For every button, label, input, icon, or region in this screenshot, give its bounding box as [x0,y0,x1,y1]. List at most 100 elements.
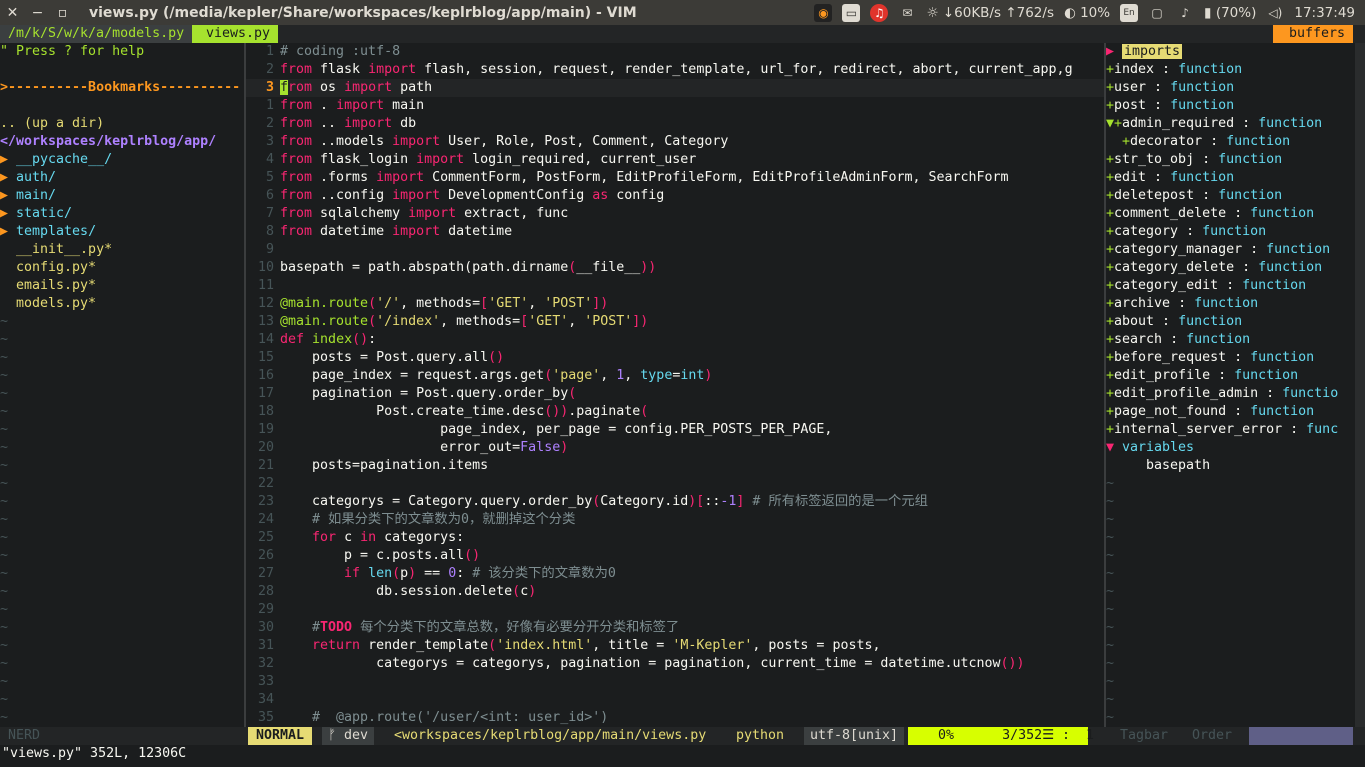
minimize-icon[interactable]: − [25,5,50,21]
tagbar-function[interactable]: before_request [1114,350,1226,365]
code-line[interactable]: 12 @main.route('/', methods=['GET', 'POST… [246,295,1104,313]
tagbar-group[interactable]: imports [1122,44,1183,59]
tagbar-function[interactable]: edit [1114,170,1146,185]
code-line[interactable]: 14 def index(): [246,331,1104,349]
nerdtree-book[interactable]: >----------Bookmarks---------- [0,80,240,95]
tagbar-row[interactable]: +str_to_obj : function [1106,151,1353,169]
cpu-indicator[interactable]: ◐ 10% [1064,5,1110,21]
code-line[interactable]: 30 #TODO 每个分类下的文章总数，好像有必要分开分类和标签了 [246,619,1104,637]
nerdtree-dir[interactable]: static/ [16,206,72,221]
code-line[interactable]: 3 from os import path [246,79,1104,97]
tagbar-row[interactable]: +edit_profile : function [1106,367,1353,385]
tagbar-row[interactable]: ▼ variables [1106,439,1353,457]
nerdtree-file[interactable]: models.py* [0,296,96,311]
nerdtree-dir[interactable]: main/ [16,188,56,203]
nerdtree-dir[interactable]: templates/ [16,224,96,239]
tagbar-row[interactable]: +about : function [1106,313,1353,331]
tagbar-function[interactable]: str_to_obj [1114,152,1194,167]
nerdtree-row[interactable]: </workspaces/keplrblog/app/ [0,133,244,151]
fold-closed-icon[interactable]: ▶ [1106,44,1122,59]
music-icon[interactable]: ♫ [870,3,889,22]
keyboard-icon[interactable]: En [1120,3,1139,22]
tagbar-function[interactable]: deletepost [1114,188,1194,203]
tagbar-function[interactable]: archive [1114,296,1170,311]
nerdtree-up[interactable]: .. (up a dir) [0,116,104,131]
code-line[interactable]: 22 [246,475,1104,493]
code-line[interactable]: 20 error_out=False) [246,439,1104,457]
code-line[interactable]: 33 [246,673,1104,691]
tagbar-function[interactable]: post [1114,98,1146,113]
tagbar-function[interactable]: page_not_found [1114,404,1226,419]
code-line[interactable]: 16 page_index = request.args.get('page',… [246,367,1104,385]
tagbar-row[interactable]: +deletepost : function [1106,187,1353,205]
tagbar-row[interactable]: +user : function [1106,79,1353,97]
nerdtree-row[interactable]: ▶ static/ [0,205,244,223]
code-line[interactable]: 32 categorys = categorys, pagination = p… [246,655,1104,673]
buffers-label[interactable]: buffers [1272,25,1353,43]
chat-icon[interactable]: ▢ [1148,4,1166,22]
tagbar-function[interactable]: category [1114,224,1178,239]
close-icon[interactable]: ✕ [0,5,25,21]
folder-closed-icon[interactable]: ▶ [0,170,16,185]
tagbar-variable[interactable]: basepath [1106,458,1210,473]
volume-icon[interactable]: ◁) [1266,4,1284,22]
code-line[interactable]: 4 from flask_login import login_required,… [246,151,1104,169]
tagbar-function[interactable]: user [1114,80,1146,95]
tagbar-row[interactable]: +edit_profile_admin : functio [1106,385,1353,403]
folder-closed-icon[interactable]: ▶ [0,224,16,239]
nerdtree-row[interactable]: ▶ __pycache__/ [0,151,244,169]
code-line[interactable]: 3 from ..models import User, Role, Post, … [246,133,1104,151]
maximize-icon[interactable]: ▫ [50,5,75,21]
tagbar-function[interactable]: index [1114,62,1154,77]
tagbar-function[interactable]: category_edit [1114,278,1218,293]
tagbar-row[interactable]: +comment_delete : function [1106,205,1353,223]
tagbar-row[interactable]: +internal_server_error : func [1106,421,1353,439]
code-line[interactable]: 1 from . import main [246,97,1104,115]
editor-pane[interactable]: 1 # coding :utf-8 2 from flask import flash… [246,43,1104,727]
network-speed[interactable]: ☼ ↓60KB/s ↑762/s [926,5,1054,21]
tagbar-row[interactable]: +index : function [1106,61,1353,79]
code-line[interactable]: 6 from ..config import DevelopmentConfig … [246,187,1104,205]
tagbar-function[interactable]: about [1114,314,1154,329]
nerdtree-row[interactable]: models.py* [0,295,244,313]
tagbar-row[interactable]: +decorator : function [1106,133,1353,151]
code-line[interactable]: 28 db.session.delete(c) [246,583,1104,601]
tagbar-row[interactable]: ▼+admin_required : function [1106,115,1353,133]
code-line[interactable]: 26 p = c.posts.all() [246,547,1104,565]
tagbar-function[interactable]: edit_profile_admin [1114,386,1258,401]
folder-closed-icon[interactable]: ▶ [0,206,16,221]
tab-models[interactable]: /m/k/S/w/k/a/models.py [0,25,193,43]
code-line[interactable]: 8 from datetime import datetime [246,223,1104,241]
tagbar-function[interactable]: decorator [1130,134,1202,149]
nerdtree-file[interactable]: __init__.py* [0,242,112,257]
tagbar-row[interactable]: +post : function [1106,97,1353,115]
nerdtree-pane[interactable]: " Press ? for help >----------Bookmarks--… [0,43,244,727]
tagbar-function[interactable]: category_manager [1114,242,1242,257]
tagbar-row[interactable]: ▶ imports [1106,43,1353,61]
nerdtree-row[interactable] [0,61,244,79]
code-line[interactable]: 29 [246,601,1104,619]
code-line[interactable]: 13 @main.route('/index', methods=['GET', … [246,313,1104,331]
nerdtree-row[interactable]: __init__.py* [0,241,244,259]
nerdtree-row[interactable]: " Press ? for help [0,43,244,61]
clock[interactable]: 17:37:49 [1294,5,1355,21]
code-line[interactable]: 2 from .. import db [246,115,1104,133]
tagbar-row[interactable]: +category_edit : function [1106,277,1353,295]
tagbar-group[interactable]: variables [1122,440,1194,455]
tagbar-row[interactable]: +edit : function [1106,169,1353,187]
nerdtree-row[interactable]: .. (up a dir) [0,115,244,133]
code-line[interactable]: 9 [246,241,1104,259]
code-line[interactable]: 7 from sqlalchemy import extract, func [246,205,1104,223]
code-line[interactable]: 21 posts=pagination.items [246,457,1104,475]
nerdtree-dir[interactable]: __pycache__/ [16,152,112,167]
nerdtree-row[interactable]: ▶ main/ [0,187,244,205]
code-line[interactable]: 18 Post.create_time.desc()).paginate( [246,403,1104,421]
code-line[interactable]: 19 page_index, per_page = config.PER_POS… [246,421,1104,439]
tagbar-row[interactable]: +search : function [1106,331,1353,349]
tagbar-pane[interactable]: ▶ imports +index : function +user : functi… [1106,43,1353,727]
code-line[interactable]: 5 from .forms import CommentForm, PostFor… [246,169,1104,187]
nerdtree-file[interactable]: config.py* [0,260,96,275]
battery-indicator[interactable]: ▮ (70%) [1204,5,1256,21]
nerdtree-file[interactable]: emails.py* [0,278,96,293]
tagbar-function[interactable]: category_delete [1114,260,1234,275]
